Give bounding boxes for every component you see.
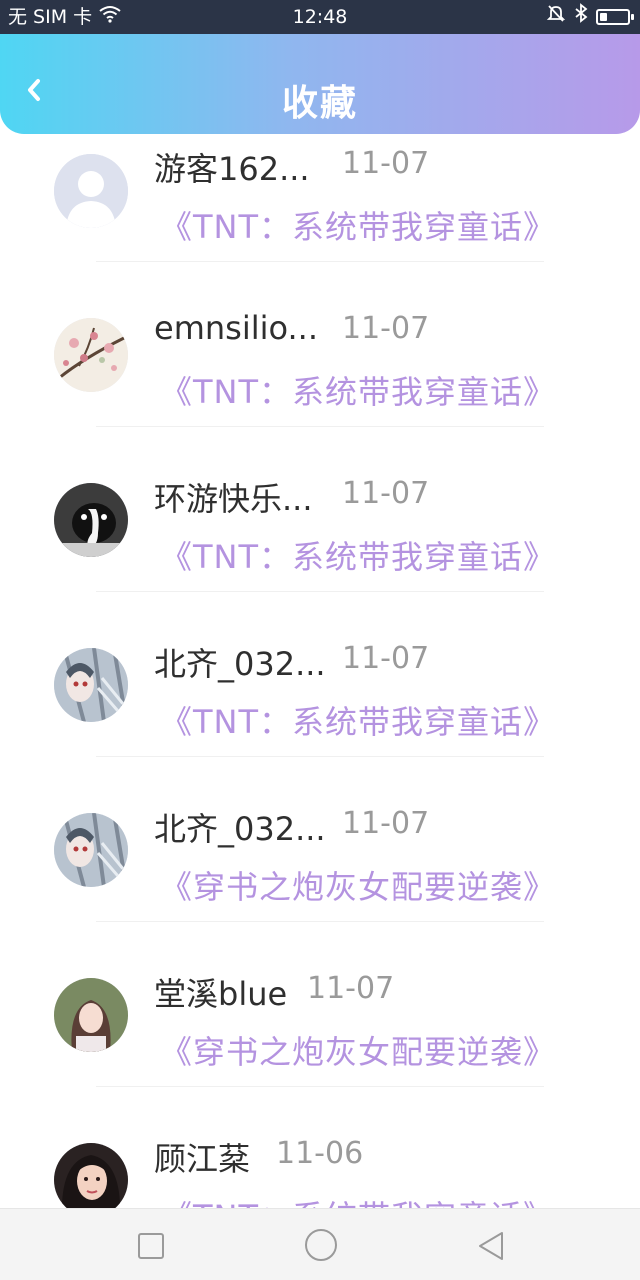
list-item[interactable]: 顾江棻 11-06 《TNT：系统带我穿童话》 xyxy=(0,1124,640,1208)
date: 11-07 xyxy=(342,806,430,841)
date: 11-07 xyxy=(342,311,430,346)
username: 顾江棻 xyxy=(154,1140,251,1178)
default-user-avatar[interactable] xyxy=(54,154,128,228)
divider xyxy=(96,591,544,592)
black-white-dog-avatar[interactable] xyxy=(54,483,128,557)
username: 游客162... xyxy=(154,150,310,188)
divider xyxy=(96,1086,544,1087)
anime-character-avatar[interactable] xyxy=(54,813,128,887)
divider xyxy=(96,921,544,922)
battery-icon xyxy=(596,9,634,25)
book-title[interactable]: 《TNT：系统带我穿童话》 xyxy=(160,532,556,578)
username: emnsilio... xyxy=(154,309,319,347)
home-button[interactable] xyxy=(301,1225,341,1265)
system-nav-bar xyxy=(0,1208,640,1280)
date: 11-07 xyxy=(342,641,430,676)
list-item[interactable]: 北齐_032... 11-07 《穿书之炮灰女配要逆袭》 xyxy=(0,794,640,959)
mute-bell-icon xyxy=(546,0,566,34)
recent-apps-square-icon xyxy=(138,1233,164,1259)
status-right xyxy=(546,0,634,34)
list-item[interactable]: 环游快乐... 11-07 《TNT：系统带我穿童话》 xyxy=(0,464,640,629)
book-title[interactable]: 《TNT：系统带我穿童话》 xyxy=(160,697,556,743)
list-item[interactable]: 北齐_032... 11-07 《TNT：系统带我穿童话》 xyxy=(0,629,640,794)
status-bar: 无 SIM 卡 12:48 xyxy=(0,0,640,34)
list-item[interactable]: 游客162... 11-07 《TNT：系统带我穿童话》 xyxy=(0,134,640,299)
date: 11-07 xyxy=(307,971,395,1006)
username: 堂溪blue xyxy=(154,975,288,1013)
list-item[interactable]: emnsilio... 11-07 《TNT：系统带我穿童话》 xyxy=(0,299,640,464)
page-title: 收藏 xyxy=(281,83,358,124)
anime-character-avatar[interactable] xyxy=(54,648,128,722)
book-title[interactable]: 《穿书之炮灰女配要逆袭》 xyxy=(160,862,556,908)
book-title[interactable]: 《TNT：系统带我穿童话》 xyxy=(160,1192,556,1208)
username: 北齐_032... xyxy=(154,810,326,848)
back-nav-button[interactable] xyxy=(474,1229,508,1263)
recent-apps-button[interactable] xyxy=(134,1229,168,1263)
date: 11-06 xyxy=(276,1136,364,1171)
username: 环游快乐... xyxy=(154,480,313,518)
favorites-screen: 无 SIM 卡 12:48 收藏 游客162... 11-07 《TNT：系统带… xyxy=(0,0,640,1280)
girl-portrait-avatar[interactable] xyxy=(54,978,128,1052)
battery-level xyxy=(600,13,607,21)
bluetooth-icon xyxy=(574,0,588,34)
book-title[interactable]: 《TNT：系统带我穿童话》 xyxy=(160,202,556,248)
app-header: 收藏 xyxy=(0,34,640,134)
back-triangle-icon xyxy=(479,1232,503,1260)
girl-dark-hair-avatar[interactable] xyxy=(54,1143,128,1208)
date: 11-07 xyxy=(342,146,430,181)
plum-blossom-painting-avatar[interactable] xyxy=(54,318,128,392)
favorites-list[interactable]: 游客162... 11-07 《TNT：系统带我穿童话》 emnsilio... 11-… xyxy=(0,134,640,1208)
divider xyxy=(96,261,544,262)
book-title[interactable]: 《TNT：系统带我穿童话》 xyxy=(160,367,556,413)
divider xyxy=(96,426,544,427)
username: 北齐_032... xyxy=(154,645,326,683)
date: 11-07 xyxy=(342,476,430,511)
list-item[interactable]: 堂溪blue 11-07 《穿书之炮灰女配要逆袭》 xyxy=(0,959,640,1124)
home-circle-icon xyxy=(305,1229,337,1261)
book-title[interactable]: 《穿书之炮灰女配要逆袭》 xyxy=(160,1027,556,1073)
clock: 12:48 xyxy=(292,6,348,28)
divider xyxy=(96,756,544,757)
